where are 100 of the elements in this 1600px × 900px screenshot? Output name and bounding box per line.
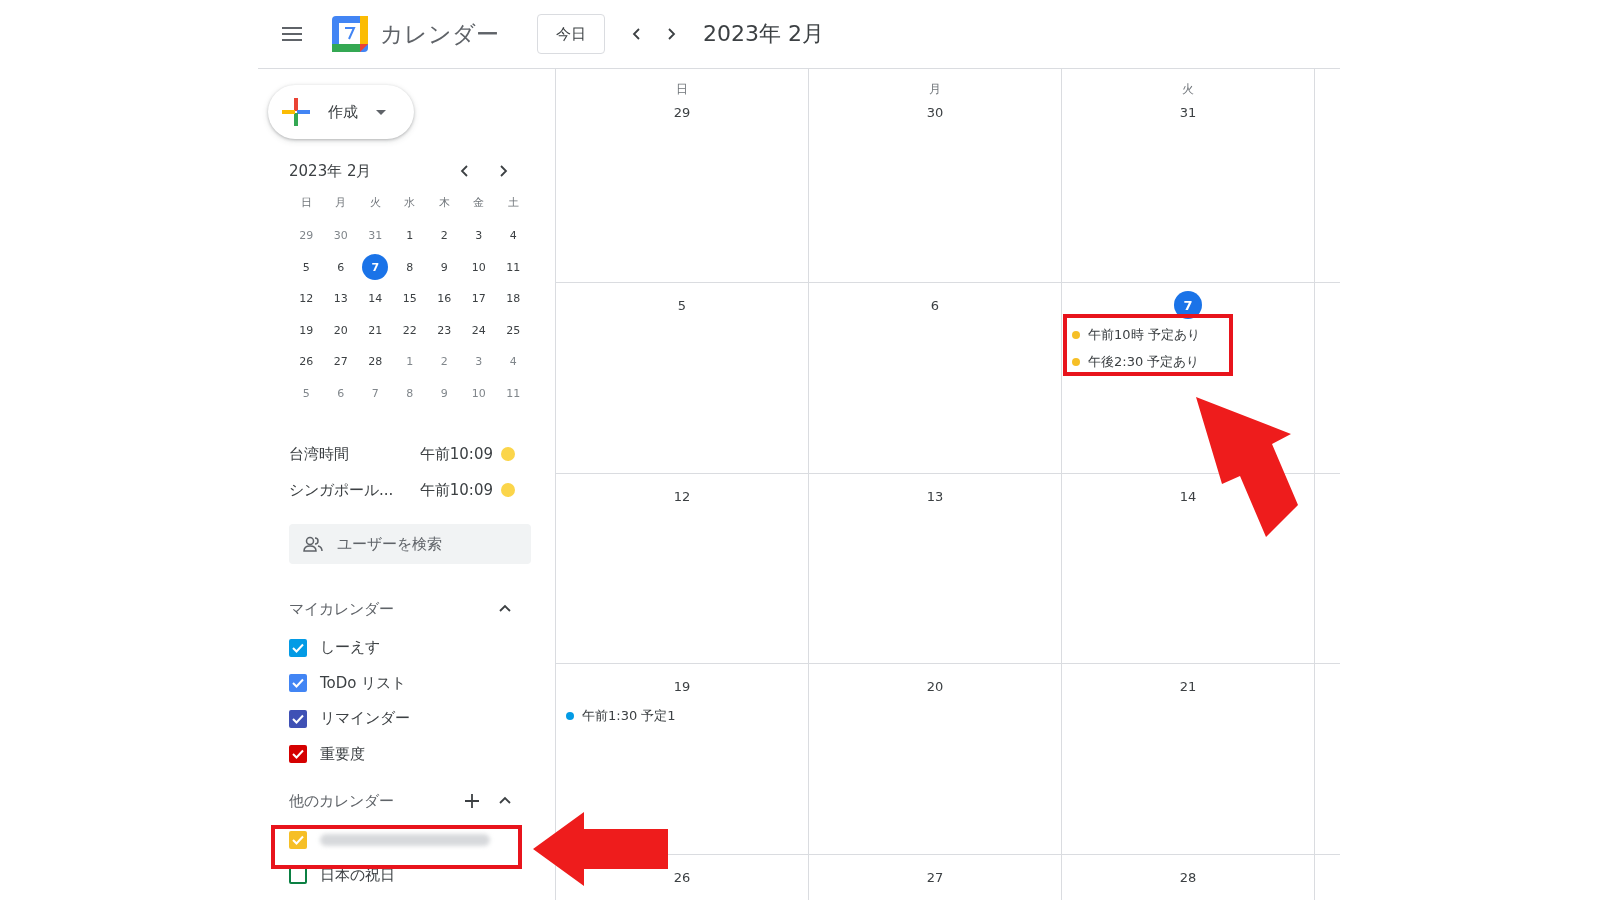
mini-calendar-day[interactable]: 28: [362, 348, 389, 375]
mini-calendar-day[interactable]: 4: [500, 348, 527, 375]
dropdown-icon: [376, 109, 386, 115]
mini-calendar-day[interactable]: 3: [465, 222, 492, 249]
day-number[interactable]: 20: [921, 672, 949, 700]
chevron-left-icon: [631, 28, 643, 40]
calendar-logo: [332, 16, 368, 52]
day-number[interactable]: 14: [1174, 482, 1202, 510]
weekday-label: 火: [1182, 81, 1194, 98]
day-number[interactable]: 12: [668, 482, 696, 510]
weekday-label: 水: [403, 195, 417, 211]
mini-calendar-day[interactable]: 13: [327, 285, 354, 312]
day-number[interactable]: 5: [668, 291, 696, 319]
check-icon: [292, 713, 304, 724]
day-number[interactable]: 21: [1174, 672, 1202, 700]
mini-calendar-day[interactable]: 6: [327, 254, 354, 280]
check-icon: [292, 749, 304, 760]
mini-calendar-day[interactable]: 12: [293, 285, 320, 312]
mini-calendar-day[interactable]: 15: [396, 285, 423, 312]
mini-calendar-day[interactable]: 8: [396, 380, 423, 406]
people-icon: [303, 536, 323, 552]
day-number[interactable]: 19: [668, 672, 696, 700]
weekday-label: 月: [334, 195, 348, 211]
chevron-right-icon: [497, 165, 509, 177]
plus-icon: [282, 98, 310, 126]
calendar-name: しーえす: [320, 638, 380, 658]
timezone-name: シンガポール...: [289, 480, 395, 500]
mini-calendar-day[interactable]: 11: [500, 380, 527, 406]
checkbox[interactable]: [289, 674, 307, 693]
weekday-label: 木: [437, 195, 451, 211]
day-number[interactable]: 27: [921, 863, 949, 891]
mini-calendar-day[interactable]: 10: [465, 254, 492, 280]
chevron-left-icon: [459, 165, 471, 177]
day-number[interactable]: 30: [921, 98, 949, 126]
calendar-name: ToDo リスト: [320, 673, 407, 693]
event-title[interactable]: 午前1:30 予定1: [582, 706, 676, 725]
mini-calendar-day[interactable]: 14: [362, 285, 389, 312]
weekday-label: 月: [929, 81, 941, 98]
mini-calendar-day[interactable]: 9: [431, 254, 458, 280]
weekday-label: 火: [368, 195, 382, 211]
moon-icon: [501, 483, 515, 497]
people-search-field[interactable]: ユーザーを検索: [289, 524, 531, 564]
mini-calendar-day[interactable]: 29: [293, 222, 320, 249]
app-title: カレンダー: [380, 19, 499, 49]
mini-calendar-title: 2023年 2月: [289, 161, 373, 181]
mini-calendar-day[interactable]: 3: [465, 348, 492, 375]
mini-calendar-day[interactable]: 26: [293, 348, 320, 375]
mini-calendar-day[interactable]: 31: [362, 222, 389, 249]
mini-calendar-day[interactable]: 10: [465, 380, 492, 406]
current-period: 2023年 2月: [703, 20, 824, 48]
mini-calendar-day[interactable]: 1: [396, 348, 423, 375]
mini-calendar-day[interactable]: 5: [293, 380, 320, 406]
chevron-right-icon: [665, 28, 677, 40]
mini-calendar-day[interactable]: 1: [396, 222, 423, 249]
day-number[interactable]: 26: [668, 863, 696, 891]
checkbox[interactable]: [289, 709, 307, 728]
mini-calendar-day[interactable]: 24: [465, 317, 492, 343]
mini-calendar-day[interactable]: 8: [396, 254, 423, 280]
mini-calendar-day[interactable]: 9: [431, 380, 458, 406]
checkbox[interactable]: [289, 638, 307, 657]
section-title: 他のカレンダー: [289, 791, 395, 811]
mini-calendar-day[interactable]: 21: [362, 317, 389, 343]
calendar-name: 重要度: [320, 744, 365, 764]
day-number[interactable]: 29: [668, 98, 696, 126]
mini-calendar-day[interactable]: 30: [327, 222, 354, 249]
clock-time: 午前10:09: [419, 480, 493, 500]
mini-calendar-day[interactable]: 22: [396, 317, 423, 343]
mini-calendar-day[interactable]: 18: [500, 285, 527, 312]
create-button[interactable]: 作成: [268, 85, 414, 139]
mini-calendar-day[interactable]: 23: [431, 317, 458, 343]
day-number[interactable]: 6: [921, 291, 949, 319]
weekday-label: 日: [299, 195, 313, 211]
mini-calendar-day[interactable]: 6: [327, 380, 354, 406]
mini-calendar-day[interactable]: 16: [431, 285, 458, 312]
mini-calendar-day[interactable]: 4: [500, 222, 527, 249]
check-icon: [292, 834, 304, 845]
mini-calendar-day[interactable]: 19: [293, 317, 320, 343]
day-number[interactable]: 28: [1174, 863, 1202, 891]
mini-calendar-day[interactable]: 25: [500, 317, 527, 343]
mini-calendar-day[interactable]: 20: [327, 317, 354, 343]
weekday-label: 日: [676, 81, 688, 98]
moon-icon: [501, 447, 515, 461]
mini-calendar-day[interactable]: 5: [293, 254, 320, 280]
mini-calendar-day[interactable]: 2: [431, 222, 458, 249]
day-number[interactable]: 31: [1174, 98, 1202, 126]
mini-calendar-day[interactable]: 27: [327, 348, 354, 375]
check-icon: [292, 642, 304, 653]
event-title[interactable]: 午前10時 予定あり: [1088, 325, 1200, 344]
mini-calendar-day[interactable]: 7: [362, 254, 389, 280]
mini-calendar-day[interactable]: 7: [362, 380, 389, 406]
today-button[interactable]: 今日: [537, 14, 605, 54]
day-number[interactable]: 13: [921, 482, 949, 510]
event-title[interactable]: 午後2:30 予定あり: [1088, 352, 1200, 371]
clock-time: 午前10:09: [419, 444, 493, 464]
mini-calendar-day[interactable]: 11: [500, 254, 527, 280]
calendar-name: リマインダー: [320, 709, 410, 729]
mini-calendar-day[interactable]: 17: [465, 285, 492, 312]
checkbox[interactable]: [289, 745, 307, 764]
mini-calendar-day[interactable]: 2: [431, 348, 458, 375]
weekday-label: 金: [472, 195, 486, 211]
